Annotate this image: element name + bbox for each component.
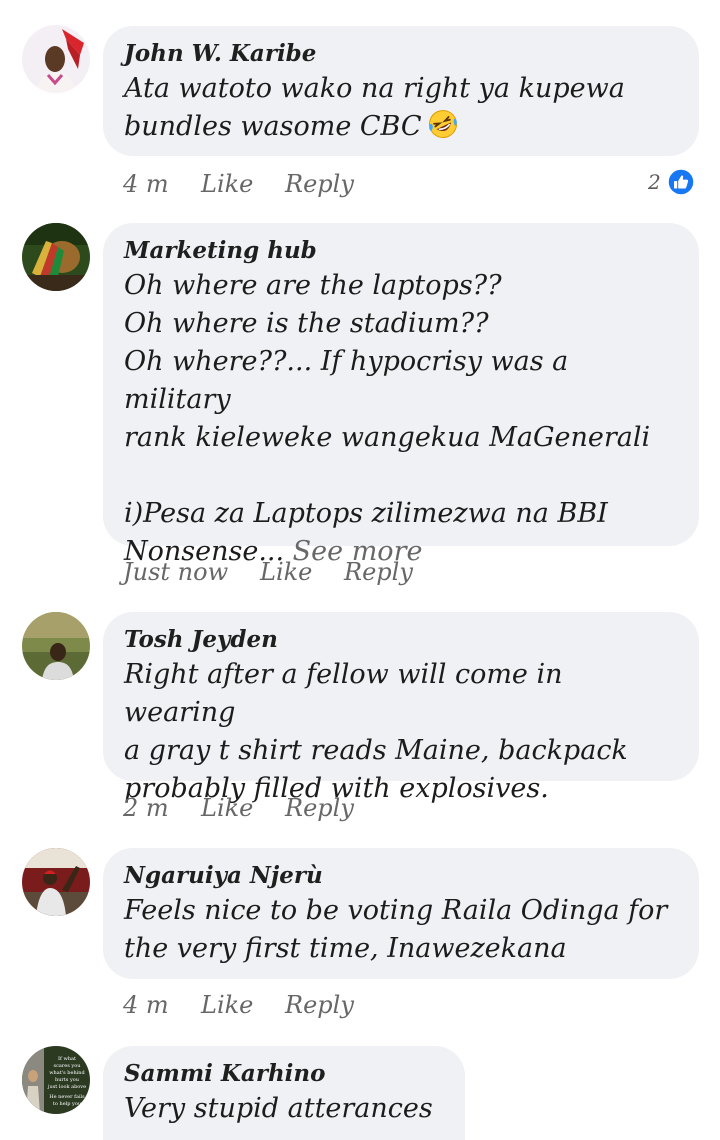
comment-author[interactable]: Sammi Karhino — [124, 1058, 443, 1090]
svg-text:hurts you: hurts you — [55, 1077, 80, 1083]
like-button[interactable]: Like — [201, 991, 253, 1019]
svg-text:to help you: to help you — [53, 1101, 82, 1107]
comment-text: Very stupid atterances — [124, 1093, 433, 1124]
reply-button[interactable]: Reply — [285, 991, 354, 1019]
comment-text: Right after a fellow will come in wearin… — [124, 659, 628, 804]
comment-text: Oh where are the laptops?? Oh where is t… — [124, 270, 651, 567]
svg-text:scares you: scares you — [54, 1063, 82, 1069]
reaction-summary[interactable]: 2 — [648, 167, 695, 197]
svg-text:He never fails: He never fails — [49, 1094, 85, 1100]
avatar-marketing-hub[interactable] — [22, 223, 90, 291]
comment-bubble: Sammi Karhino Very stupid atterances — [103, 1046, 465, 1140]
avatar-ngaruiya-njeru[interactable] — [22, 848, 90, 916]
comment-timestamp: 4 m — [123, 991, 169, 1019]
comment-bubble: Ngaruiya Njerù Feels nice to be voting R… — [103, 848, 699, 979]
avatar-sammi-karhino[interactable]: If what scares you what's behind hurts y… — [22, 1046, 90, 1114]
comment-bubble: John W. Karibe Ata watoto wako na right … — [103, 26, 699, 156]
comment-timestamp: 2 m — [123, 794, 169, 822]
comment-author[interactable]: Tosh Jeyden — [124, 624, 677, 656]
svg-text:just look above: just look above — [47, 1084, 86, 1090]
comment-bubble: Tosh Jeyden Right after a fellow will co… — [103, 612, 699, 804]
avatar-john-karibe[interactable] — [22, 25, 90, 93]
like-button[interactable]: Like — [201, 794, 253, 822]
svg-text:If what: If what — [58, 1056, 76, 1062]
comments-feed: John W. Karibe Ata watoto wako na right … — [0, 0, 720, 1140]
thumbs-up-icon — [666, 168, 695, 196]
comment-text: Ata watoto wako na right ya kupewa bundl… — [124, 73, 625, 142]
comment-timestamp: 4 m — [123, 170, 169, 198]
comment-author[interactable]: John W. Karibe — [124, 38, 677, 70]
reply-button[interactable]: Reply — [285, 170, 354, 198]
comment-author[interactable]: Marketing hub — [124, 235, 677, 267]
svg-text:what's behind: what's behind — [49, 1070, 85, 1076]
comment-author[interactable]: Ngaruiya Njerù — [124, 860, 677, 892]
reaction-count: 2 — [648, 170, 661, 194]
rolling-on-floor-laughing-emoji — [428, 110, 457, 138]
reply-button[interactable]: Reply — [285, 794, 354, 822]
like-button[interactable]: Like — [201, 170, 253, 198]
reply-button[interactable]: Reply — [344, 558, 413, 586]
like-button[interactable]: Like — [260, 558, 312, 586]
comment-text: Feels nice to be voting Raila Odinga for… — [124, 895, 668, 964]
comment-bubble: Marketing hub Oh where are the laptops??… — [103, 223, 699, 567]
avatar-tosh-jeyden[interactable] — [22, 612, 90, 680]
comment-timestamp: Just now — [123, 558, 229, 586]
